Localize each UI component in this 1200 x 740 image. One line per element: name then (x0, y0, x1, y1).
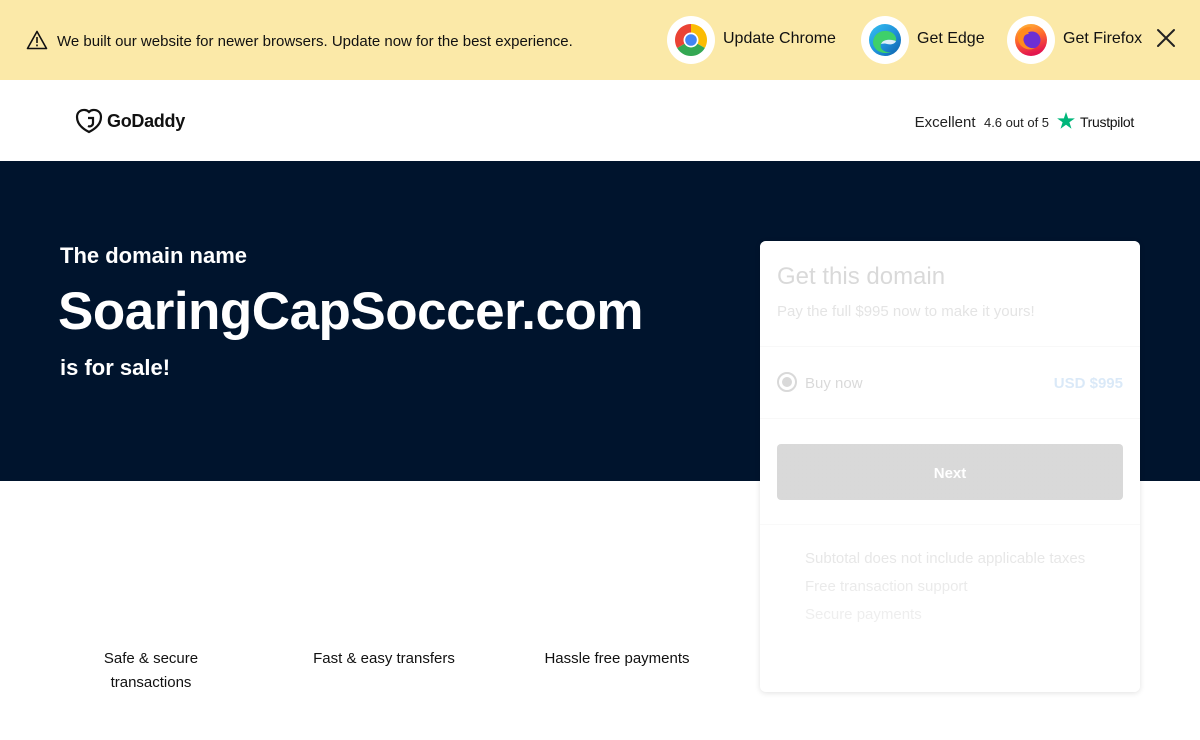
trustpilot-rating[interactable]: Excellent 4.6 out of 5 Trustpilot (915, 112, 1134, 132)
hero-post-text: is for sale! (60, 355, 171, 380)
close-icon[interactable] (1154, 26, 1178, 50)
buy-now-radio[interactable] (777, 372, 797, 392)
hero-pre-text: The domain name (60, 243, 248, 268)
edge-icon (861, 16, 909, 64)
trustpilot-label: Trustpilot (1079, 114, 1134, 130)
feature-fast-transfers: Fast & easy transfers (313, 650, 455, 667)
get-edge-link[interactable]: Get Edge (861, 16, 991, 64)
firefox-icon (1007, 16, 1055, 64)
bullet-taxes: Subtotal does not include applicable tax… (805, 550, 1086, 567)
rating-label: Excellent (914, 114, 976, 131)
get-edge-label: Get Edge (917, 30, 985, 47)
warning-icon (26, 30, 48, 50)
bullet-payments: Secure payments (805, 606, 922, 623)
card-divider (760, 524, 1140, 525)
bullet-support: Free transaction support (805, 578, 968, 595)
browser-update-banner: We built our website for newer browsers.… (0, 0, 1200, 80)
trustpilot-star-icon (1057, 112, 1076, 134)
chrome-icon (667, 16, 715, 64)
godaddy-logo-text: GoDaddy (107, 111, 185, 131)
purchase-card: Get this domain Pay the full $995 now to… (760, 241, 1140, 692)
card-divider (760, 346, 1140, 347)
card-title: Get this domain (777, 263, 946, 290)
card-divider (760, 418, 1140, 419)
feature-safe-secure: Safe & secure transactions (103, 650, 199, 691)
card-subtitle: Pay the full $995 now to make it yours! (777, 303, 1035, 320)
rating-score: 4.6 out of 5 (983, 115, 1050, 130)
domain-name-heading: SoaringCapSoccer.com (58, 282, 643, 341)
banner-message: We built our website for newer browsers.… (57, 33, 573, 50)
feature-hassle-free: Hassle free payments (544, 650, 690, 667)
site-header: GoDaddy Excellent 4.6 out of 5 Trustpilo… (0, 80, 1200, 161)
update-chrome-link[interactable]: Update Chrome (667, 16, 847, 64)
godaddy-logo-icon (75, 108, 103, 134)
get-firefox-link[interactable]: Get Firefox (1007, 16, 1157, 64)
next-button[interactable]: Next (777, 444, 1123, 500)
buy-now-price: USD $995 (1053, 375, 1123, 392)
update-chrome-label: Update Chrome (723, 30, 836, 47)
get-firefox-label: Get Firefox (1063, 30, 1143, 47)
buy-now-label[interactable]: Buy now (805, 375, 863, 392)
